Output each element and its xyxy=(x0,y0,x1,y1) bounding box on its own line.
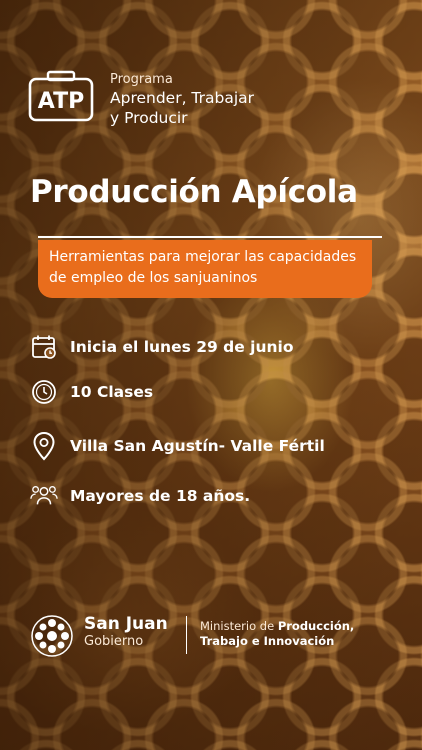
san-juan-seal-logo xyxy=(31,615,73,657)
banner-line1: Herramientas para mejorar las capacidade… xyxy=(49,249,357,265)
people-icon xyxy=(30,482,58,510)
page-title: Producción Apícola xyxy=(30,174,358,210)
footer-divider xyxy=(186,616,187,654)
detail-text: Mayores de 18 años. xyxy=(70,487,251,505)
atp-briefcase-logo: ATP xyxy=(28,70,94,122)
location-pin-icon xyxy=(30,431,58,461)
detail-text: 10 Clases xyxy=(70,383,154,401)
ministry-prefix: Ministerio de xyxy=(200,619,275,633)
program-name-line1: Aprender, Trabajar xyxy=(110,89,255,107)
calendar-icon xyxy=(30,333,58,361)
subtitle-banner: Herramientas para mejorar las capacidade… xyxy=(38,240,372,298)
clock-icon xyxy=(30,378,58,406)
gov-sub: Gobierno xyxy=(84,634,144,649)
program-block: Programa Aprender, Trabajar y Producir xyxy=(110,72,310,128)
detail-text: Villa San Agustín- Valle Fértil xyxy=(70,437,325,455)
atp-logo-text: ATP xyxy=(38,89,84,114)
ministry-name-2: Trabajo e Innovación xyxy=(200,634,335,648)
banner-line2: de empleo de los sanjuaninos xyxy=(49,270,258,286)
detail-location: Villa San Agustín- Valle Fértil xyxy=(30,431,325,461)
detail-text: Inicia el lunes 29 de junio xyxy=(70,338,294,356)
ministry-name-1: Producción, xyxy=(277,619,355,633)
program-name-line2: y Producir xyxy=(110,109,188,127)
title-divider xyxy=(38,236,382,238)
detail-classes: 10 Clases xyxy=(30,378,153,406)
gov-name: San Juan xyxy=(84,614,168,634)
program-label: Programa xyxy=(110,72,173,87)
detail-start-date: Inicia el lunes 29 de junio xyxy=(30,333,294,361)
san-juan-wordmark: San Juan Gobierno xyxy=(84,614,168,650)
detail-audience: Mayores de 18 años. xyxy=(30,482,250,510)
ministry-block: Ministerio de Producción, Trabajo e Inno… xyxy=(200,619,354,649)
